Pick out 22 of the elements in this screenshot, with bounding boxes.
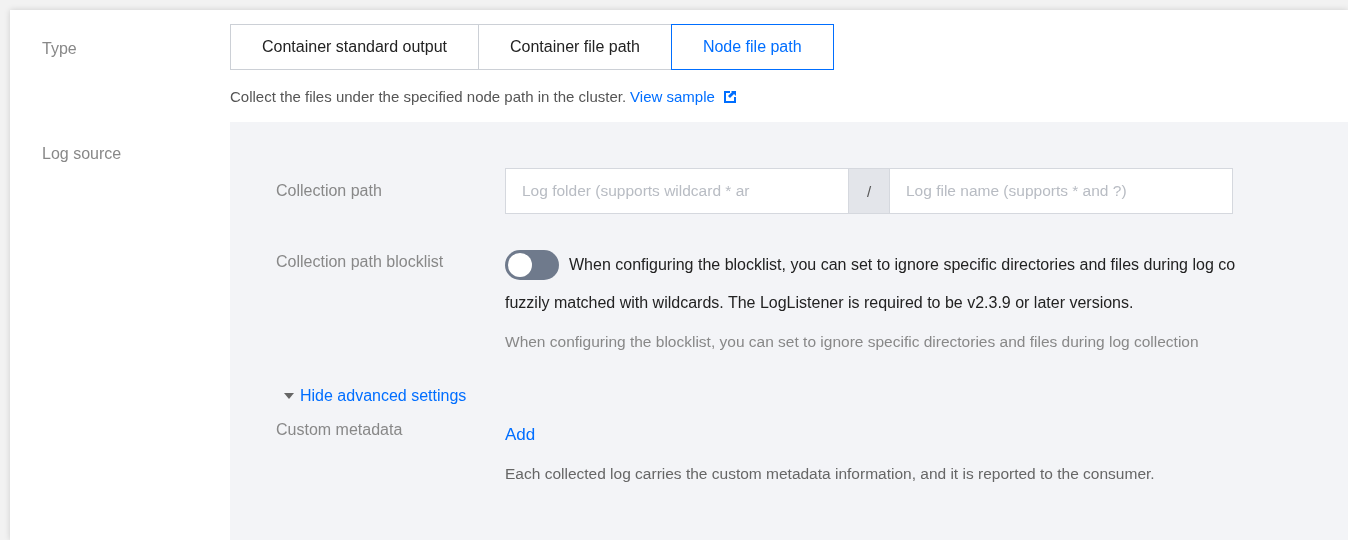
external-link-icon: [722, 89, 737, 104]
view-sample-link[interactable]: View sample: [630, 88, 715, 105]
hint-text: Each collected log carries the custom metadata information, and it is reported to the consumer.: [505, 465, 1155, 483]
field-label: Collection path blocklist: [276, 252, 445, 271]
description-text: When configuring the blocklist, you can set to ignore specific directories and files during log co: [569, 256, 1236, 274]
file-name-input[interactable]: Log file name (supports * and ?): [889, 168, 1233, 214]
field-label: Collection path: [276, 182, 383, 200]
toggle-switch[interactable]: [505, 250, 559, 280]
description-text: fuzzily matched with wildcards. The LogListener is required to be v2.3.9 or later versions.: [505, 294, 1135, 312]
field-label: Log source: [41, 144, 123, 164]
caret-icon: [284, 392, 294, 400]
path-separator: /: [849, 168, 889, 214]
type-tab[interactable]: Container file path: [478, 24, 672, 70]
field-label: Type: [41, 39, 78, 59]
hint-text: When configuring the blocklist, you can set to ignore specific directories and files during log collection: [505, 333, 1200, 351]
advanced-settings-toggle[interactable]: Hide advanced settings: [284, 387, 467, 405]
type-tab[interactable]: Node file path: [670, 24, 834, 70]
type-tab[interactable]: Container standard output: [230, 24, 479, 70]
folder-input[interactable]: Log folder (supports wildcard * ar: [505, 168, 849, 214]
hint-text: Collect the files under the specified node path in the cluster.: [230, 88, 627, 105]
add-link[interactable]: Add: [505, 425, 536, 445]
field-label: Custom metadata: [276, 421, 404, 439]
